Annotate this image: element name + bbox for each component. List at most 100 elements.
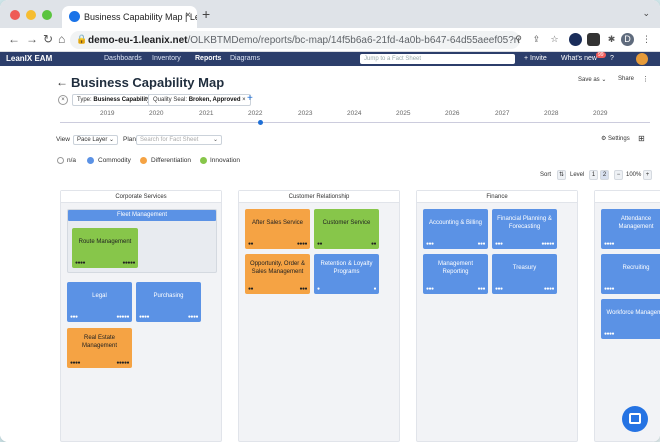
timeline-year[interactable]: 2029: [593, 110, 607, 117]
user-avatar[interactable]: [636, 53, 648, 65]
capability-card[interactable]: Fleet Management: [68, 210, 216, 221]
pips-left: ●●●●: [604, 331, 615, 337]
address-bar[interactable]: 🔒 demo-eu-1.leanix.net/OLKBTMDemo/report…: [70, 31, 520, 49]
more-options-icon[interactable]: ⋮: [642, 75, 649, 83]
page-title: Business Capability Map: [71, 75, 225, 90]
capability-card[interactable]: Opportunity, Order & Sales Management ●●…: [245, 254, 310, 294]
timeline-year[interactable]: 2023: [298, 110, 312, 117]
tab-search-icon[interactable]: ⌄: [642, 8, 650, 19]
capability-column: Corporate Services Fleet Management Rout…: [60, 190, 222, 442]
capability-card[interactable]: Treasury ●●● ●●●●: [492, 254, 557, 294]
help-icon[interactable]: ?: [610, 55, 614, 62]
reload-icon[interactable]: ↻: [43, 32, 53, 46]
timeline-year[interactable]: 2027: [495, 110, 509, 117]
pips-left: ●●●: [495, 286, 503, 292]
back-arrow-icon[interactable]: ←: [56, 75, 68, 89]
extension-icon[interactable]: [569, 33, 582, 46]
maximize-window-button[interactable]: [42, 10, 52, 20]
zoom-icon[interactable]: ⚲: [512, 33, 525, 46]
leanix-favicon-icon: [69, 11, 80, 22]
capability-card[interactable]: Purchasing ●●●● ●●●●: [136, 282, 201, 322]
pips-right: ●●●●●: [541, 241, 554, 247]
zoom-in-button[interactable]: +: [643, 170, 652, 180]
home-icon[interactable]: ⌂: [58, 32, 65, 46]
timeline-year[interactable]: 2026: [445, 110, 459, 117]
minimize-window-button[interactable]: [26, 10, 36, 20]
capability-card[interactable]: Workforce Manageme ●●●●●: [601, 299, 660, 339]
view-select[interactable]: Pace Layer ⌄: [73, 135, 119, 145]
puzzle-icon[interactable]: ✱: [605, 33, 618, 46]
nav-inventory[interactable]: Inventory: [152, 55, 181, 62]
capability-card[interactable]: Legal ●●● ●●●●●: [67, 282, 132, 322]
capability-card[interactable]: Customer Service ●● ●●: [314, 209, 379, 249]
pips-left: ●: [317, 286, 320, 292]
browser-menu-icon[interactable]: ⋮: [640, 33, 653, 46]
browser-window: Business Capability Map | Lea × + ⌄ ← → …: [0, 0, 660, 442]
column-title[interactable]: Customer Relationship: [239, 191, 399, 203]
column-title[interactable]: [595, 191, 660, 203]
timeline-year[interactable]: 2025: [396, 110, 410, 117]
capability-card[interactable]: Route Management ●●●● ●●●●●: [72, 228, 138, 268]
capability-card[interactable]: Retention & Loyalty Programs ● ●: [314, 254, 379, 294]
chat-support-button[interactable]: [622, 406, 648, 432]
nav-reports[interactable]: Reports: [195, 55, 221, 62]
plan-label: Plan: [123, 136, 137, 143]
legend-dot-differentiation: [140, 157, 147, 164]
capability-card[interactable]: Real Estate Management ●●●● ●●●●●: [67, 328, 132, 368]
capability-card[interactable]: Recruiting ●●●●●: [601, 254, 660, 294]
card-indicators: ●● ●●: [317, 241, 376, 247]
pips-right: ●●●: [299, 286, 307, 292]
tab-close-icon[interactable]: ×: [185, 10, 191, 21]
app-logo[interactable]: LeanIX EAM: [6, 54, 52, 63]
nav-diagrams[interactable]: Diagrams: [230, 55, 260, 62]
browser-tab[interactable]: Business Capability Map | Lea ×: [62, 6, 197, 28]
level-1-button[interactable]: 1: [589, 170, 598, 180]
capability-card[interactable]: Accounting & Billing ●●● ●●●: [423, 209, 488, 249]
filter-chip-quality-seal[interactable]: Quality Seal: Broken, Approved ×: [148, 94, 251, 106]
filter-chip-type[interactable]: Type: Business Capability: [72, 94, 156, 106]
timeline-year[interactable]: 2020: [149, 110, 163, 117]
card-label: Attendance Management: [618, 216, 654, 230]
plan-search-input[interactable]: Search for Fact Sheet ⌄: [136, 135, 222, 145]
whats-new-button[interactable]: What's new: [561, 55, 597, 62]
pips-left: ●●●: [495, 241, 503, 247]
profile-icon[interactable]: D: [621, 33, 634, 46]
extension-2-icon[interactable]: [587, 33, 600, 46]
level-2-button[interactable]: 2: [600, 170, 609, 180]
fact-sheet-search-input[interactable]: Jump to a Fact Sheet: [360, 54, 515, 64]
filter-remove-icon[interactable]: ×: [242, 97, 246, 103]
capability-card[interactable]: After Sales Service ●● ●●●●: [245, 209, 310, 249]
invite-button[interactable]: + Invite: [524, 55, 547, 62]
settings-button[interactable]: ⚙ Settings: [601, 135, 630, 142]
pips-left: ●●●●: [139, 314, 150, 320]
column-title[interactable]: Finance: [417, 191, 577, 203]
back-arrow-icon[interactable]: ←: [8, 32, 20, 46]
grid-view-icon[interactable]: ⊞: [638, 134, 645, 143]
clear-filters-icon[interactable]: ×: [58, 95, 68, 105]
capability-card[interactable]: Financial Planning & Forecasting ●●● ●●●●…: [492, 209, 557, 249]
bookmark-star-icon[interactable]: ☆: [548, 33, 561, 46]
timeline-year[interactable]: 2021: [199, 110, 213, 117]
timeline-year[interactable]: 2024: [347, 110, 361, 117]
share-button[interactable]: Share: [618, 76, 634, 82]
forward-arrow-icon[interactable]: →: [26, 32, 38, 46]
pips-right: ●: [373, 286, 376, 292]
pips-right: ●●●: [477, 286, 485, 292]
capability-card[interactable]: Attendance Management ●●●●●: [601, 209, 660, 249]
level-label: Level: [570, 172, 585, 178]
close-window-button[interactable]: [10, 10, 20, 20]
nav-dashboards[interactable]: Dashboards: [104, 55, 142, 62]
zoom-out-button[interactable]: −: [614, 170, 623, 180]
new-tab-button[interactable]: +: [202, 6, 210, 22]
pips-left: ●●●: [70, 314, 78, 320]
timeline-year[interactable]: 2028: [544, 110, 558, 117]
timeline-handle[interactable]: [258, 120, 263, 125]
sort-button[interactable]: ⇅: [557, 170, 566, 180]
column-title[interactable]: Corporate Services: [61, 191, 221, 203]
save-as-button[interactable]: Save as ⌄: [578, 76, 606, 83]
timeline-year[interactable]: 2019: [100, 110, 114, 117]
share-icon[interactable]: ⇪: [530, 33, 543, 46]
capability-card[interactable]: Management Reporting ●●● ●●●: [423, 254, 488, 294]
add-filter-button[interactable]: +: [247, 93, 253, 104]
timeline-year[interactable]: 2022: [248, 110, 262, 117]
